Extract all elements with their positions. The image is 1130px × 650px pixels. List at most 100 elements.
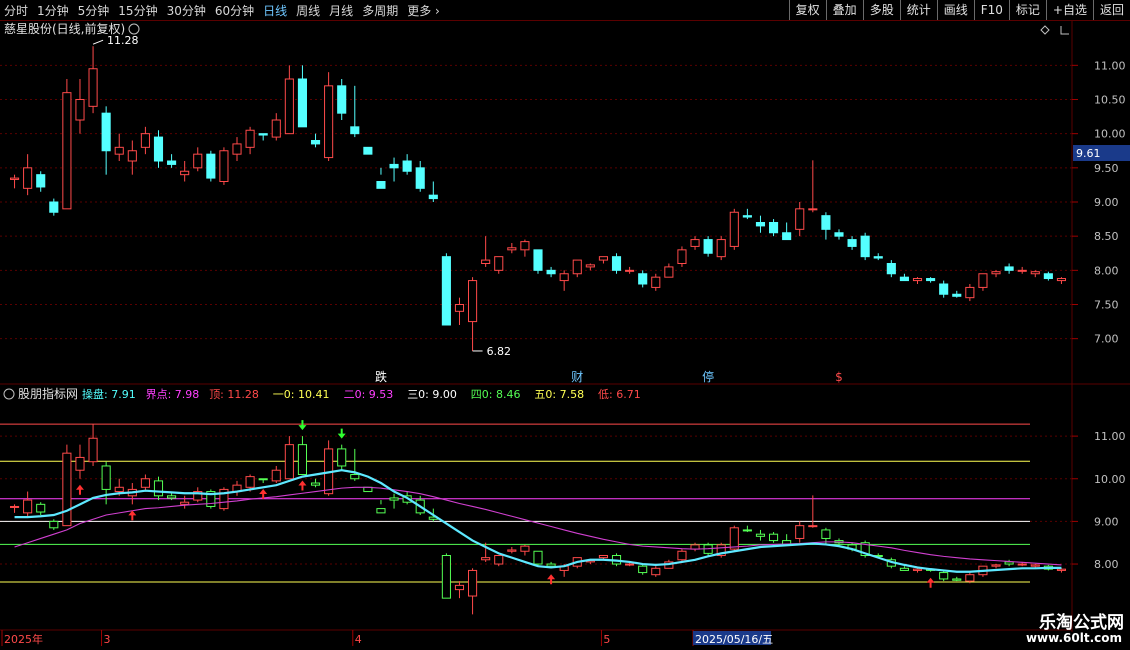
sub-candle-37: [494, 555, 504, 567]
candle-33: [441, 253, 451, 326]
candle-body-80: [1056, 278, 1067, 282]
candle-39: [520, 239, 530, 257]
candle-body-7: [101, 112, 111, 152]
sub-label-6: 四0: 8.46: [471, 388, 521, 401]
candle-27: [363, 146, 373, 155]
candle-body-55: [729, 211, 739, 247]
candle-24: [324, 72, 334, 161]
sub-candle-body-33: [441, 555, 451, 599]
candle-30: [402, 154, 412, 175]
sub-candle-body-76: [1004, 561, 1014, 565]
candle-body-23: [310, 140, 321, 145]
candle-29: [389, 157, 399, 182]
candle-body-44: [585, 264, 595, 268]
candle-body-42: [559, 273, 569, 282]
candle-body-24: [324, 85, 334, 159]
candle-body-10: [140, 133, 150, 148]
candle-body-76: [1004, 266, 1014, 271]
down-arrow-icon-0: [298, 420, 307, 431]
main-tick-label-8: 11.00: [1094, 59, 1126, 72]
sub-candle-10: [140, 474, 150, 492]
sub-candle-body-69: [912, 568, 923, 571]
candle-60: [795, 202, 805, 237]
event-marker-1: 财: [571, 370, 583, 384]
sub-candle-body-72: [952, 578, 962, 581]
sub-candle-15: [206, 489, 216, 509]
sub-candle-body-68: [899, 567, 909, 571]
sub-candle-body-1: [23, 499, 33, 514]
sub-candle-body-75: [991, 564, 1001, 567]
candle-body-29: [389, 163, 399, 169]
candle-35: [468, 277, 478, 351]
candle-34: [454, 297, 465, 325]
sub-candle-22: [297, 436, 308, 475]
candle-59: [782, 222, 792, 241]
candle-body-67: [886, 263, 896, 275]
sub-candle-body-55: [729, 527, 739, 550]
sub-candle-body-56: [742, 529, 752, 532]
candle-body-22: [297, 78, 308, 128]
sub-candle-body-21: [284, 444, 294, 480]
sub-title: 股朋指标网: [18, 386, 78, 401]
candle-body-79: [1043, 273, 1053, 280]
sub-candle-body-40: [533, 550, 543, 565]
candle-body-3: [49, 201, 59, 213]
candle-body-60: [795, 208, 805, 230]
main-tick-label-7: 10.50: [1094, 94, 1126, 107]
candle-body-58: [768, 222, 779, 234]
kline-chart[interactable]: 7.00 7.50 8.00 8.50 9.00 9.50 10.00 10.50 11.00 8…: [0, 0, 1130, 650]
candle-38: [507, 243, 517, 254]
candle-41: [546, 266, 556, 278]
candle-body-40: [533, 249, 543, 271]
date-label-3: 5: [603, 633, 610, 646]
candle-49: [651, 273, 661, 291]
candle-body-2: [36, 174, 46, 188]
candle-body-16: [219, 150, 229, 182]
sub-candle-body-0: [9, 505, 20, 508]
down-arrow-icon-1: [337, 428, 346, 439]
candle-19: [258, 133, 268, 141]
main-tick-label-5: 9.50: [1094, 162, 1119, 175]
candle-47: [625, 266, 635, 274]
date-label-1: 3: [104, 633, 111, 646]
corner-icon: [1060, 26, 1069, 35]
sub-candle-7: [101, 461, 111, 505]
candle-10: [140, 126, 150, 155]
candle-body-13: [180, 170, 190, 176]
candle-body-21: [284, 78, 294, 135]
candle-body-35: [468, 280, 478, 323]
candle-57: [755, 215, 766, 233]
sub-candle-24: [324, 440, 334, 496]
sub-candle-body-23: [310, 482, 321, 486]
candle-58: [768, 219, 779, 237]
candle-body-41: [546, 269, 556, 275]
candle-64: [847, 236, 857, 250]
up-arrow-icon-3: [298, 480, 307, 491]
candle-9: [127, 140, 137, 175]
sub-candle-body-80: [1056, 568, 1067, 571]
sub-label-2: 顶: 11.28: [209, 388, 259, 401]
watermark-name: 乐淘公式网: [1039, 613, 1124, 633]
candle-71: [939, 280, 949, 298]
sub-candle-59: [782, 534, 792, 546]
candle-body-20: [271, 119, 281, 138]
up-arrow-icon-1: [128, 510, 137, 521]
sub-candle-40: [533, 550, 543, 567]
candle-body-56: [742, 215, 752, 218]
candle-body-36: [481, 259, 491, 265]
sub-candle-body-10: [140, 478, 150, 488]
candle-body-25: [337, 85, 347, 114]
sub-candle-body-34: [454, 584, 465, 591]
sub-candle-body-8: [114, 486, 124, 493]
candle-69: [912, 277, 923, 284]
candle-48: [638, 270, 648, 288]
candle-body-74: [978, 273, 988, 288]
sub-candle-16: [219, 487, 229, 511]
sub-candle-body-48: [638, 565, 648, 574]
candle-66: [873, 253, 883, 261]
candle-54: [716, 236, 726, 261]
candle-body-78: [1030, 271, 1040, 275]
candle-70: [926, 277, 936, 283]
candle-body-33: [441, 256, 451, 326]
sub-candle-19: [258, 478, 268, 484]
